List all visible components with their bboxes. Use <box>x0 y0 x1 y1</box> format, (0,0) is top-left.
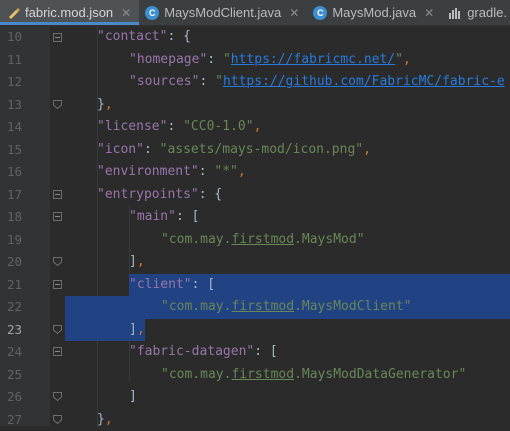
tab-label: fabric.mod.json <box>25 5 113 20</box>
tab-gradle[interactable]: gradle. <box>442 0 510 25</box>
code-line: "com.may.firstmod.MaysModClient" <box>161 296 411 319</box>
line-number: 27 <box>0 409 22 431</box>
line-number-current: 23 <box>0 319 22 342</box>
tab-maysmodclient-java[interactable]: C MaysModClient.java ✕ <box>139 0 307 25</box>
tab-label: MaysMod.java <box>332 5 416 20</box>
code-line: ], <box>129 251 145 274</box>
line-number: 11 <box>0 49 22 72</box>
code-line: }, <box>97 94 113 117</box>
fold-collapse-icon[interactable] <box>53 190 62 199</box>
editor-tab-bar: fabric.mod.json ✕ C MaysModClient.java ✕… <box>0 0 510 26</box>
line-number: 12 <box>0 71 22 94</box>
homepage-link[interactable]: https://fabricmc.net/ <box>231 52 395 67</box>
line-number: 25 <box>0 364 22 387</box>
tab-label: gradle. <box>467 5 507 20</box>
tab-maysmod-java[interactable]: C MaysMod.java ✕ <box>307 0 442 25</box>
json-file-icon <box>6 6 20 20</box>
code-line: "contact": { <box>97 26 191 49</box>
code-line: "icon": "assets/mays-mod/icon.png", <box>97 139 371 162</box>
line-number: 15 <box>0 139 22 162</box>
code-line: "sources": "https://github.com/FabricMC/… <box>129 71 505 94</box>
code-line: "fabric-datagen": [ <box>129 341 278 364</box>
code-line: ] <box>129 386 137 409</box>
fold-collapse-icon[interactable] <box>53 33 62 42</box>
close-icon[interactable]: ✕ <box>424 6 434 20</box>
code-line-current: ], <box>129 319 145 342</box>
code-line: "main": [ <box>129 206 199 229</box>
code-line: "entrypoints": { <box>97 184 222 207</box>
line-number-gutter: 10 11 12 13 14 15 16 17 18 19 20 21 22 2… <box>0 26 50 426</box>
fold-collapse-icon[interactable] <box>53 347 62 356</box>
code-line: "environment": "*", <box>97 161 246 184</box>
line-number: 14 <box>0 116 22 139</box>
code-line: "homepage": "https://fabricmc.net/", <box>129 49 411 72</box>
code-editor[interactable]: "contact": { "homepage": "https://fabric… <box>65 26 510 426</box>
line-number: 10 <box>0 26 22 49</box>
tab-fabric-mod-json[interactable]: fabric.mod.json ✕ <box>0 0 139 25</box>
java-class-icon: C <box>145 6 159 20</box>
sources-link[interactable]: https://github.com/FabricMC/fabric-e <box>223 74 505 89</box>
line-number: 26 <box>0 386 22 409</box>
close-icon[interactable]: ✕ <box>121 6 131 20</box>
fold-end-icon[interactable] <box>53 415 62 424</box>
line-number: 20 <box>0 251 22 274</box>
indent-guide <box>97 26 98 426</box>
line-number: 16 <box>0 161 22 184</box>
tab-label: MaysModClient.java <box>164 5 281 20</box>
code-line: "client": [ <box>129 274 215 297</box>
gradle-icon <box>448 6 462 20</box>
code-line: "com.may.firstmod.MaysMod" <box>161 229 365 252</box>
line-number: 24 <box>0 341 22 364</box>
fold-end-icon[interactable] <box>53 100 62 109</box>
code-line: }, <box>97 409 113 431</box>
fold-end-icon[interactable] <box>53 392 62 401</box>
line-number: 19 <box>0 229 22 252</box>
close-icon[interactable]: ✕ <box>289 6 299 20</box>
code-line: "com.may.firstmod.MaysModDataGenerator" <box>161 364 466 387</box>
line-number: 17 <box>0 184 22 207</box>
line-number: 21 <box>0 274 22 297</box>
fold-collapse-icon[interactable] <box>53 280 62 289</box>
line-number: 18 <box>0 206 22 229</box>
line-number: 22 <box>0 296 22 319</box>
fold-end-icon[interactable] <box>53 257 62 266</box>
code-line: "license": "CC0-1.0", <box>97 116 261 139</box>
java-class-icon: C <box>313 6 327 20</box>
line-number: 13 <box>0 94 22 117</box>
fold-end-icon[interactable] <box>53 325 62 334</box>
fold-collapse-icon[interactable] <box>53 212 62 221</box>
